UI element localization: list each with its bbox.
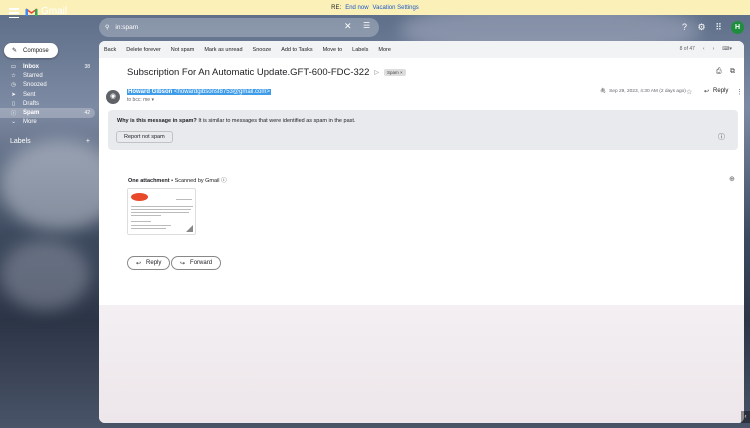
draft-icon: ▯ — [11, 100, 16, 107]
vacation-settings-link[interactable]: Vacation Settings — [373, 5, 419, 11]
sidebar-item-label: Spam — [23, 110, 40, 117]
star-icon: ☆ — [11, 72, 16, 79]
spam-icon: ⓘ — [10, 111, 17, 118]
forward-button[interactable]: ↪ Forward — [171, 256, 222, 270]
print-icon[interactable]: ⎙ — [716, 68, 722, 76]
sidebar-item-drafts[interactable]: ▯ Drafts — [0, 99, 95, 108]
delete-forever-button[interactable]: Delete forever — [121, 47, 166, 53]
info-icon: ⓘ — [221, 178, 227, 184]
page-corner-icon — [186, 225, 193, 232]
reply-button[interactable]: ↩ Reply — [127, 256, 171, 270]
sidebar-nav: ▭ Inbox 38 ☆ Starred ◷ Snoozed ➤ Sent ▯ … — [0, 62, 95, 127]
chevron-right-icon[interactable]: › — [713, 46, 715, 52]
mark-unread-button[interactable]: Mark as unread — [199, 47, 247, 53]
sidebar-item-label: Starred — [23, 72, 43, 79]
reply-header-button[interactable]: ↩ Reply — [704, 88, 728, 95]
account-avatar[interactable]: H — [731, 21, 744, 34]
message-subject: Subscription For An Automatic Update.GFT… — [127, 67, 406, 78]
sidebar-item-label: Drafts — [23, 100, 40, 107]
inbox-icon: ▭ — [10, 63, 17, 70]
main-menu-icon[interactable] — [9, 8, 19, 18]
forward-label: Forward — [190, 260, 213, 266]
add-to-drive-icon[interactable]: ⊕ — [729, 175, 735, 183]
message-date: 🖇 Sep 29, 2023, 4:30 AM (2 days ago) — [600, 89, 686, 94]
sidebar-item-more[interactable]: ⌄ More — [0, 118, 95, 127]
app-name: Gmail — [41, 6, 68, 17]
panel-background — [99, 305, 744, 423]
compose-button[interactable]: ✎ Compose — [4, 43, 58, 58]
gmail-m-icon — [25, 7, 38, 16]
spam-label-tag[interactable]: Spam × — [383, 69, 406, 76]
attachment-thumbnail[interactable] — [127, 188, 196, 235]
search-options-icon[interactable]: ☰ — [363, 21, 370, 30]
message-toolbar: Back Delete forever Not spam Mark as unr… — [99, 41, 744, 58]
sidebar-item-label: Inbox — [23, 63, 39, 70]
labels-button[interactable]: Labels — [347, 47, 373, 53]
vacation-banner: RE: End now Vacation Settings — [0, 0, 750, 15]
recipient-line[interactable]: to bcc: me ▾ — [127, 97, 154, 103]
forward-icon: ↪ — [180, 260, 186, 267]
send-icon: ➤ — [11, 91, 16, 98]
star-icon[interactable]: ☆ — [686, 88, 692, 96]
reply-icon: ↩ — [704, 89, 710, 95]
more-options-icon[interactable]: ⋮ — [736, 88, 743, 96]
sidebar-item-label: Sent — [23, 91, 36, 98]
pager-count: 8 of 47 — [679, 46, 695, 52]
sidebar-item-sent[interactable]: ➤ Sent — [0, 90, 95, 99]
back-button[interactable]: Back — [99, 47, 121, 53]
settings-gear-icon[interactable]: ⚙ — [696, 22, 707, 33]
sidebar-item-label: More — [23, 119, 37, 126]
sender-name[interactable]: Howard Gibson <howardgibsonsf8753@gmail.… — [127, 89, 271, 95]
important-marker-icon[interactable]: ▷ — [374, 69, 379, 76]
sidebar-item-label: Snoozed — [23, 82, 47, 89]
more-button[interactable]: More — [373, 47, 396, 53]
compose-label: Compose — [23, 47, 49, 54]
add-label-icon[interactable]: + — [86, 138, 90, 145]
sidebar-item-starred[interactable]: ☆ Starred — [0, 71, 95, 80]
clear-search-icon[interactable]: ✕ — [344, 21, 352, 32]
side-panel-toggle-icon[interactable]: ‹ — [741, 411, 750, 423]
banner-prefix: RE: — [331, 4, 342, 11]
chevron-left-icon[interactable]: ‹ — [703, 46, 705, 52]
sender-row: ◉ Howard Gibson <howardgibsonsf8753@gmai… — [106, 88, 743, 108]
labels-title: Labels — [10, 138, 31, 145]
search-bar[interactable]: ⚲ ✕ ☰ — [99, 18, 379, 37]
reply-label: Reply — [146, 260, 162, 266]
move-to-button[interactable]: Move to — [318, 47, 348, 53]
open-new-window-icon[interactable]: ⧉ — [730, 68, 735, 76]
keyboard-icon[interactable]: ⌨▾ — [722, 46, 732, 52]
reply-label: Reply — [713, 88, 729, 94]
attachment-logo — [131, 193, 148, 201]
pencil-icon: ✎ — [12, 48, 18, 54]
end-now-link[interactable]: End now — [345, 5, 368, 11]
snooze-button[interactable]: Snooze — [248, 47, 277, 53]
sender-avatar: ◉ — [106, 90, 120, 104]
unread-count: 42 — [84, 110, 90, 117]
chevron-down-icon: ⌄ — [11, 119, 16, 126]
add-to-tasks-button[interactable]: Add to Tasks — [276, 47, 317, 53]
spam-reason: Why is this message in spam? It is simil… — [117, 118, 356, 124]
subject-text: Subscription For An Automatic Update.GFT… — [127, 67, 370, 78]
sidebar-item-snoozed[interactable]: ◷ Snoozed — [0, 81, 95, 90]
sidebar-item-inbox[interactable]: ▭ Inbox 38 — [0, 62, 95, 71]
attachment-clip-icon: 🖇 — [600, 89, 607, 94]
apps-grid-icon[interactable]: ⠿ — [713, 22, 724, 33]
pager: 8 of 47 ‹ › ⌨▾ — [680, 46, 732, 52]
info-icon[interactable]: ⓘ — [718, 132, 725, 142]
search-input[interactable] — [115, 24, 316, 31]
sidebar-item-spam[interactable]: ⓘ Spam 42 — [0, 108, 95, 118]
gmail-logo[interactable]: Gmail — [25, 6, 67, 17]
reply-icon: ↩ — [136, 260, 142, 267]
unread-count: 38 — [84, 63, 90, 70]
search-icon[interactable]: ⚲ — [105, 24, 109, 31]
spam-notice: Why is this message in spam? It is simil… — [108, 110, 738, 150]
labels-section: Labels + — [10, 138, 90, 145]
message-panel: Back Delete forever Not spam Mark as unr… — [99, 41, 744, 423]
not-spam-button[interactable]: Not spam — [166, 47, 200, 53]
attachment-header: One attachment • Scanned by Gmail ⓘ — [128, 178, 227, 184]
report-not-spam-button[interactable]: Report not spam — [116, 131, 173, 143]
background-cloud — [0, 240, 90, 310]
clock-icon: ◷ — [11, 82, 16, 89]
help-icon[interactable]: ? — [679, 22, 690, 33]
